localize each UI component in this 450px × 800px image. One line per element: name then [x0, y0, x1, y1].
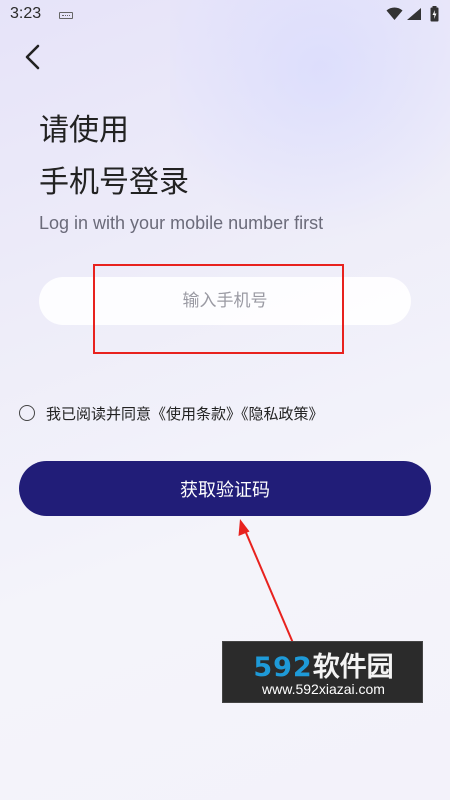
page-title: 请使用 手机号登录 [39, 105, 189, 209]
watermark-number: 592 [253, 652, 313, 683]
agreement-prefix: 我已阅读并同意 [46, 404, 152, 423]
back-button[interactable] [18, 40, 50, 74]
phone-number-input[interactable] [39, 277, 411, 325]
agreement-text: 我已阅读并同意《使用条款》《隐私政策》 [46, 403, 324, 424]
agreement-checkbox[interactable] [19, 405, 35, 421]
chevron-left-icon [25, 44, 40, 70]
battery-icon [430, 6, 439, 22]
keyboard-icon [59, 12, 73, 19]
page-title-line2: 手机号登录 [39, 165, 189, 200]
watermark-url: www.592xiazai.com [262, 681, 385, 697]
site-watermark: 592软件园 www.592xiazai.com [222, 641, 423, 703]
wifi-icon [386, 7, 403, 20]
page-subtitle: Log in with your mobile number first [39, 213, 324, 233]
status-time: 3:23 [10, 5, 42, 22]
terms-link[interactable]: 《使用条款》 [151, 405, 241, 423]
signal-icon [407, 8, 421, 20]
agreement-row: 我已阅读并同意《使用条款》《隐私政策》 [19, 401, 324, 425]
privacy-link[interactable]: 《隐私政策》 [241, 405, 324, 423]
watermark-brand: 592软件园 [223, 645, 424, 684]
get-verification-code-button[interactable]: 获取验证码 [19, 461, 431, 516]
watermark-name: 软件园 [312, 652, 394, 683]
status-bar: 3:23 [0, 0, 450, 30]
page-title-line1: 请使用 [39, 113, 129, 148]
